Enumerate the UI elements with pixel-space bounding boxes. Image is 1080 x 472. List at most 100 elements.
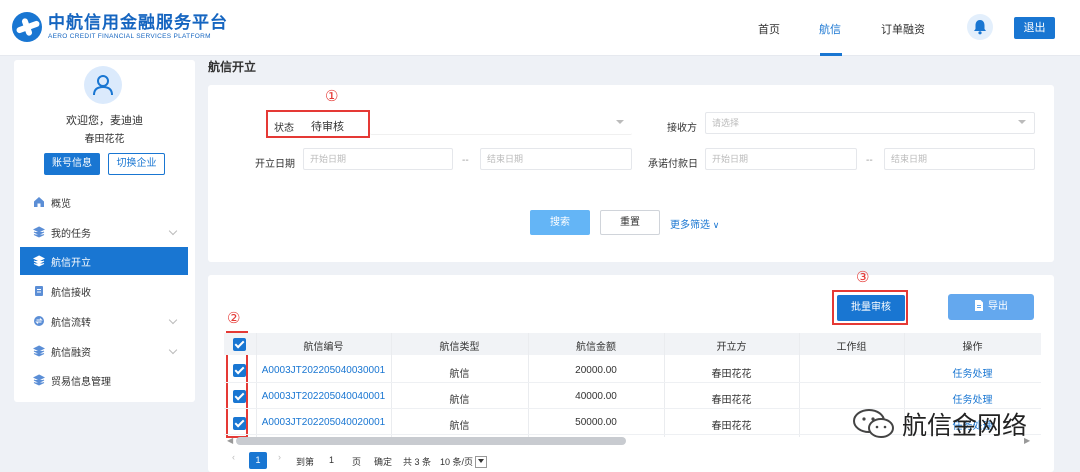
issuer: 春田花花 bbox=[711, 395, 752, 406]
export-button[interactable]: 导出 bbox=[948, 294, 1034, 320]
hangxin-type: 航信 bbox=[449, 421, 470, 432]
column-header[interactable]: 航信金额 bbox=[528, 338, 664, 353]
column-header[interactable]: 航信编号 bbox=[256, 338, 391, 353]
open-date-label: 开立日期 bbox=[255, 159, 295, 170]
page-unit-label: 页 bbox=[352, 457, 362, 467]
task-process-link[interactable]: 任务处理 bbox=[904, 391, 1041, 406]
scroll-left-icon[interactable]: ◀ bbox=[227, 436, 233, 445]
sidebar-item-hangxin-receive[interactable]: 航信接收 bbox=[20, 277, 188, 305]
sidebar-item-overview[interactable]: 概览 bbox=[20, 188, 188, 216]
issuer: 春田花花 bbox=[711, 369, 752, 380]
column-header[interactable]: 航信类型 bbox=[391, 338, 528, 353]
sidebar-item-label: 我的任务 bbox=[51, 228, 91, 240]
sidebar-item-hangxin-transfer[interactable]: 航信流转 bbox=[20, 307, 188, 335]
receiver-select[interactable]: 请选择 bbox=[705, 112, 1035, 134]
sidebar-item-hangxin-financing[interactable]: 航信融资 bbox=[20, 337, 188, 365]
logout-button[interactable]: 退出 bbox=[1014, 17, 1055, 39]
wechat-icon bbox=[853, 409, 894, 438]
hangxin-id-link[interactable]: A0003JT202205040040001 bbox=[256, 391, 391, 402]
page-number-current[interactable]: 1 bbox=[249, 452, 267, 469]
more-filter-label: 更多筛选 bbox=[670, 220, 710, 231]
switch-company-button[interactable]: 切换企业 bbox=[108, 153, 165, 175]
promise-date-label: 承诺付款日 bbox=[648, 159, 698, 170]
logo-title: 中航信用金融服务平台 bbox=[48, 12, 228, 32]
row-checkbox[interactable] bbox=[233, 364, 246, 377]
column-header[interactable]: 开立方 bbox=[664, 338, 799, 353]
watermark: 航信金网络 bbox=[852, 406, 1027, 442]
task-process-link[interactable]: 任务处理 bbox=[904, 365, 1041, 380]
status-select[interactable] bbox=[370, 113, 632, 135]
prev-page-icon[interactable]: ‹ bbox=[232, 452, 235, 462]
hangxin-type: 航信 bbox=[449, 395, 470, 406]
select-all-checkbox[interactable] bbox=[233, 338, 246, 351]
sidebar-item-label: 航信融资 bbox=[51, 347, 91, 359]
horizontal-scrollbar[interactable] bbox=[236, 437, 626, 445]
promise-date-end-input[interactable]: 结束日期 bbox=[884, 148, 1035, 170]
document-icon bbox=[35, 286, 43, 296]
hangxin-amount: 50000.00 bbox=[575, 417, 617, 428]
column-header[interactable]: 操作 bbox=[904, 338, 1041, 353]
chevron-down-icon bbox=[1018, 120, 1026, 124]
sidebar-item-hangxin-issue[interactable]: 航信开立 bbox=[20, 247, 188, 275]
user-icon bbox=[93, 75, 113, 96]
notification-button[interactable] bbox=[967, 14, 993, 40]
hangxin-id-link[interactable]: A0003JT202205040020001 bbox=[256, 417, 391, 428]
layers-icon bbox=[33, 345, 45, 357]
sidebar-item-trade-info[interactable]: 贸易信息管理 bbox=[20, 366, 188, 394]
more-filter-link[interactable]: 更多筛选 ∨ bbox=[670, 216, 719, 231]
aircraft-logo-icon bbox=[12, 12, 42, 42]
nav-home[interactable]: 首页 bbox=[758, 21, 780, 37]
page-size-value: 10 条/页 bbox=[440, 457, 474, 467]
nav-hangxin[interactable]: 航信 bbox=[819, 21, 841, 37]
batch-review-button[interactable]: 批量审核 bbox=[837, 295, 905, 321]
placeholder-text: 开始日期 bbox=[712, 154, 749, 164]
hangxin-amount: 20000.00 bbox=[575, 365, 617, 376]
avatar bbox=[84, 66, 122, 104]
nav-order-financing[interactable]: 订单融资 bbox=[881, 21, 925, 37]
sidebar-item-label: 贸易信息管理 bbox=[51, 376, 111, 388]
sidebar-item-my-tasks[interactable]: 我的任务 bbox=[20, 218, 188, 246]
bell-icon bbox=[974, 20, 986, 35]
chevron-down-icon bbox=[168, 345, 178, 355]
layers-icon bbox=[33, 374, 45, 386]
issuer: 春田花花 bbox=[711, 421, 752, 432]
hangxin-amount: 40000.00 bbox=[575, 391, 617, 402]
double-chevron-down-icon: ∨ bbox=[712, 220, 720, 230]
platform-logo[interactable]: 中航信用金融服务平台 AERO CREDIT FINANCIAL SERVICE… bbox=[12, 12, 228, 42]
hangxin-id-link[interactable]: A0003JT202205040030001 bbox=[256, 365, 391, 376]
annotation-marker-1: ① bbox=[325, 88, 339, 105]
placeholder-text: 开始日期 bbox=[310, 154, 347, 164]
home-icon bbox=[34, 197, 44, 207]
chevron-down-icon bbox=[475, 456, 488, 468]
page-size-select[interactable]: 10 条/页 bbox=[440, 455, 488, 468]
chevron-down-icon bbox=[616, 120, 624, 124]
watermark-text: 航信金网络 bbox=[902, 412, 1028, 440]
annotation-marker-2: ② bbox=[227, 310, 241, 327]
row-checkbox[interactable] bbox=[233, 417, 246, 430]
date-range-separator: -- bbox=[866, 155, 873, 166]
status-select-value[interactable]: 待审核 bbox=[311, 118, 344, 134]
export-label: 导出 bbox=[988, 301, 1008, 312]
layers-icon bbox=[33, 226, 45, 238]
goto-label: 到第 bbox=[296, 457, 315, 467]
search-button[interactable]: 搜索 bbox=[530, 210, 590, 235]
page-title: 航信开立 bbox=[208, 60, 257, 74]
transfer-icon bbox=[34, 316, 44, 326]
date-range-separator: -- bbox=[462, 155, 469, 166]
goto-page-input[interactable]: 1 bbox=[329, 455, 334, 465]
sidebar-item-label: 航信接收 bbox=[51, 287, 91, 299]
goto-confirm-button[interactable]: 确定 bbox=[374, 455, 392, 468]
open-date-end-input[interactable]: 结束日期 bbox=[480, 148, 632, 170]
column-header[interactable]: 工作组 bbox=[799, 338, 904, 353]
sidebar: 欢迎您，麦迪迪 春田花花 账号信息 切换企业 概览 我的任务 航信开立 航信接收… bbox=[14, 60, 195, 402]
sidebar-item-label: 航信开立 bbox=[51, 257, 91, 269]
receiver-label: 接收方 bbox=[667, 123, 697, 134]
next-page-icon[interactable]: › bbox=[278, 452, 281, 462]
file-export-icon bbox=[975, 300, 983, 311]
reset-button[interactable]: 重置 bbox=[600, 210, 660, 235]
total-count: 共 3 条 bbox=[403, 457, 432, 467]
promise-date-start-input[interactable]: 开始日期 bbox=[705, 148, 857, 170]
open-date-start-input[interactable]: 开始日期 bbox=[303, 148, 453, 170]
row-checkbox[interactable] bbox=[233, 390, 246, 403]
account-info-button[interactable]: 账号信息 bbox=[44, 153, 100, 175]
